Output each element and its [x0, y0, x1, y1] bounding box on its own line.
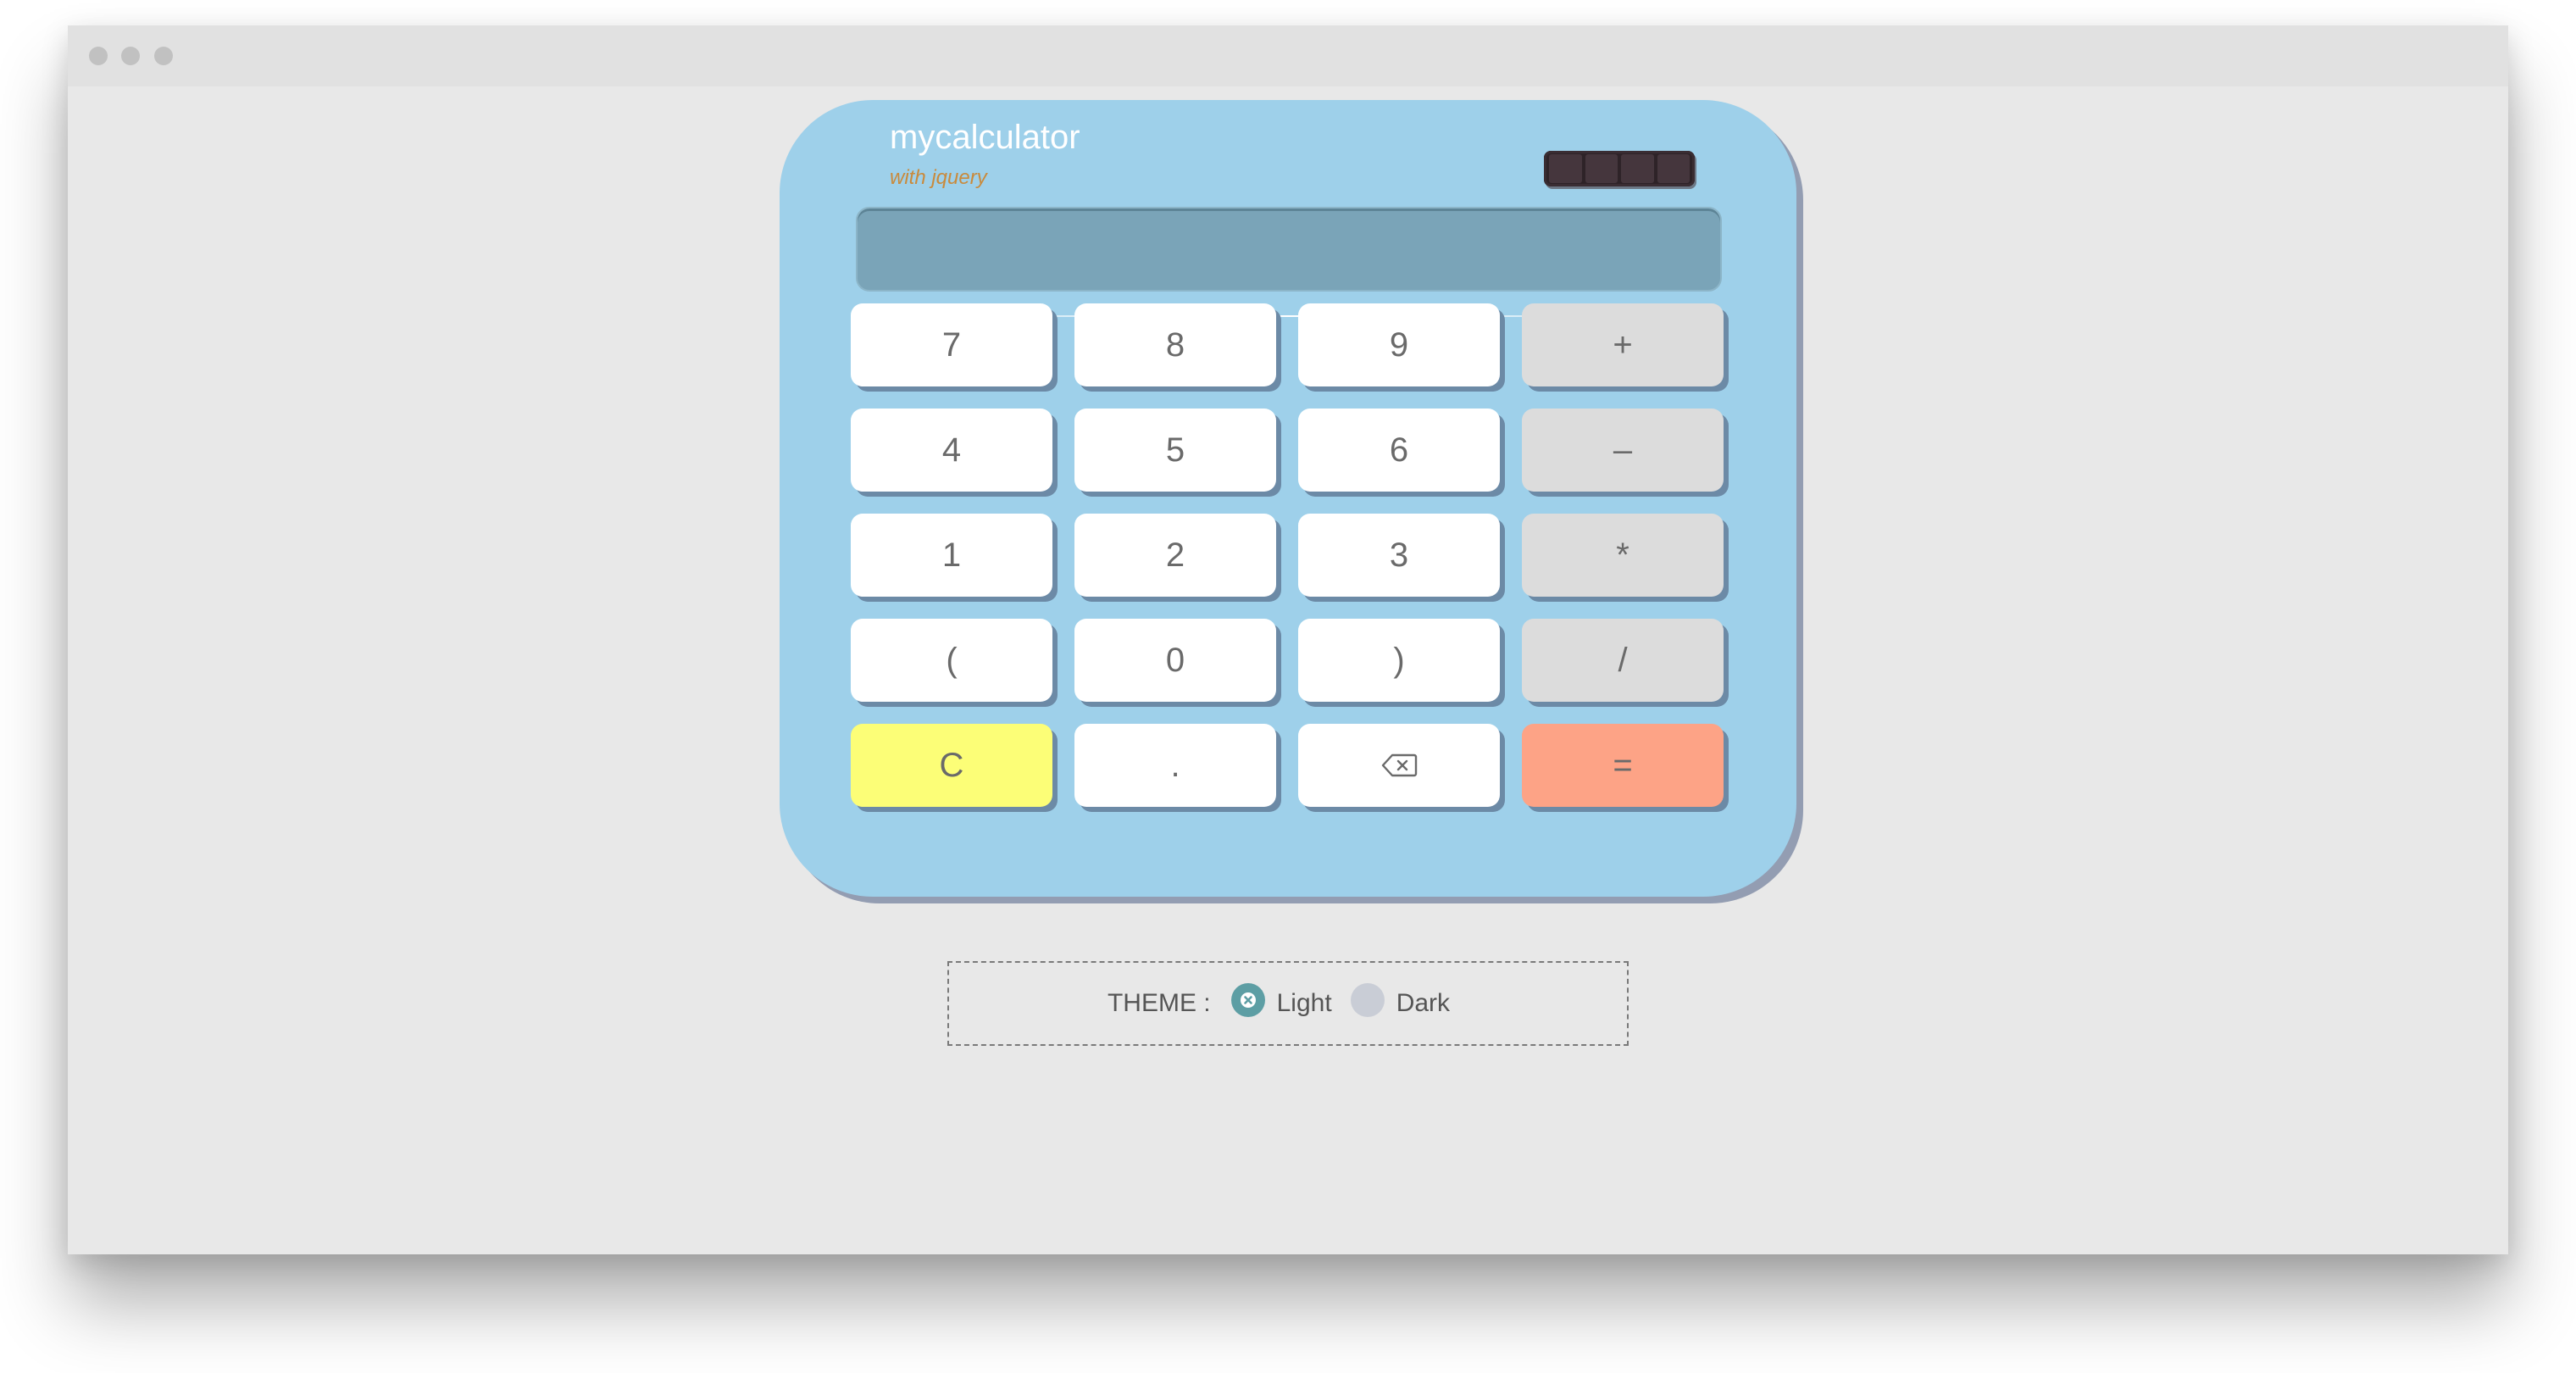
- solar-cell: [1549, 154, 1582, 183]
- browser-window: mycalculator with jquery 7 8 9 +4 5 6– 1 2 3 * (0)…: [68, 25, 2508, 1254]
- close-window-button[interactable]: [89, 47, 108, 65]
- solar-cell: [1657, 154, 1690, 183]
- calculator-brand: mycalculator: [890, 119, 1080, 156]
- key-clear[interactable]: C: [851, 724, 1052, 807]
- backspace-icon: [1381, 753, 1418, 777]
- key-equals[interactable]: =: [1522, 724, 1724, 807]
- key-0[interactable]: 0: [1074, 619, 1276, 702]
- key-close-paren[interactable]: ): [1298, 619, 1500, 702]
- key-1[interactable]: 1: [851, 514, 1052, 597]
- key-8[interactable]: 8: [1074, 303, 1276, 386]
- key-open-paren[interactable]: (: [851, 619, 1052, 702]
- theme-light-radio[interactable]: [1230, 983, 1265, 1017]
- key-multiply[interactable]: *: [1522, 514, 1724, 597]
- theme-dark-label[interactable]: Dark: [1396, 989, 1450, 1018]
- close-icon: [1240, 992, 1256, 1008]
- key-3[interactable]: 3: [1298, 514, 1500, 597]
- key-5[interactable]: 5: [1074, 409, 1276, 492]
- calculator-display: [856, 207, 1722, 292]
- theme-label: THEME :: [1107, 989, 1211, 1017]
- key-decimal[interactable]: .: [1074, 724, 1276, 807]
- solar-cell: [1585, 154, 1618, 183]
- calculator-subtitle: with jquery: [890, 166, 987, 189]
- maximize-window-button[interactable]: [154, 47, 173, 65]
- key-6[interactable]: 6: [1298, 409, 1500, 492]
- theme-light-label[interactable]: Light: [1277, 989, 1332, 1018]
- key-9[interactable]: 9: [1298, 303, 1500, 386]
- key-backspace[interactable]: [1298, 724, 1500, 807]
- key-2[interactable]: 2: [1074, 514, 1276, 597]
- key-divide[interactable]: /: [1522, 619, 1724, 702]
- key-minus[interactable]: –: [1522, 409, 1724, 492]
- theme-dark-radio[interactable]: [1350, 983, 1385, 1017]
- minimize-window-button[interactable]: [121, 47, 140, 65]
- window-titlebar: [68, 25, 2508, 86]
- key-plus[interactable]: +: [1522, 303, 1724, 386]
- solar-panel: [1544, 151, 1695, 186]
- calculator: mycalculator with jquery 7 8 9 +4 5 6– 1 2 3 * (0)…: [780, 100, 1796, 897]
- key-4[interactable]: 4: [851, 409, 1052, 492]
- theme-selector: THEME : Light Dark: [947, 961, 1629, 1046]
- key-7[interactable]: 7: [851, 303, 1052, 386]
- solar-cell: [1621, 154, 1654, 183]
